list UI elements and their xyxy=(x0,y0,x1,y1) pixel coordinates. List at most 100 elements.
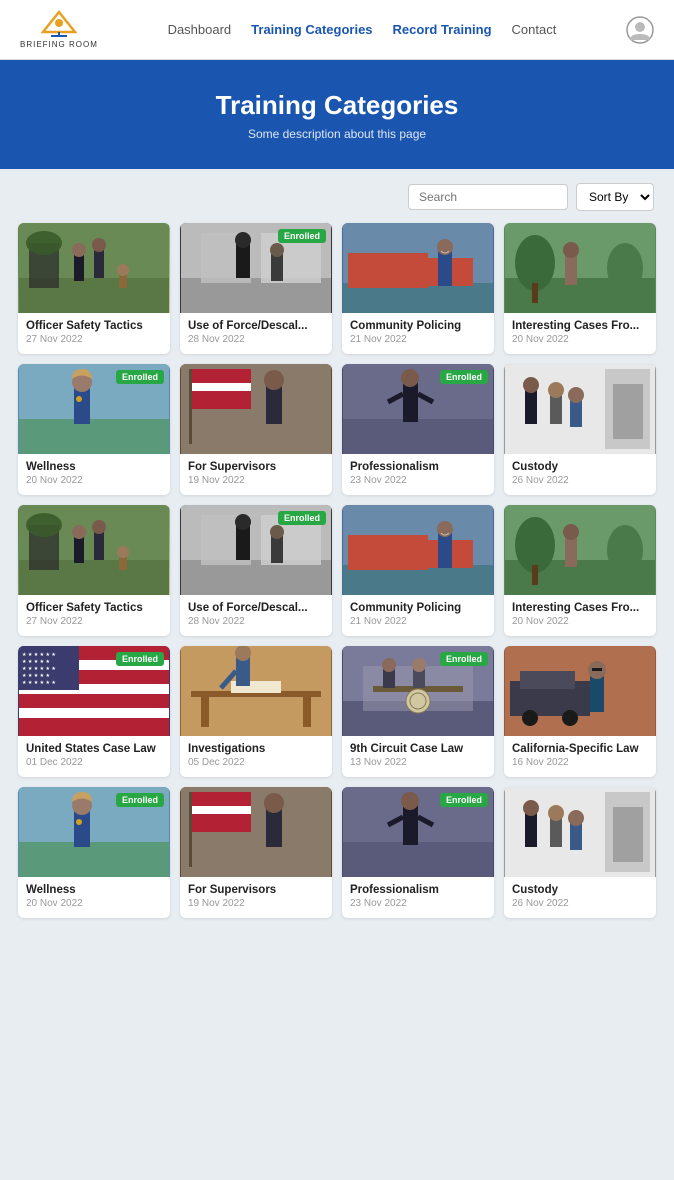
card-title: Use of Force/Descal... xyxy=(188,320,324,332)
card-image xyxy=(18,505,170,595)
enrolled-badge: Enrolled xyxy=(116,793,164,807)
card-title: Custody xyxy=(512,461,648,473)
card-title: California-Specific Law xyxy=(512,743,648,755)
card-date: 20 Nov 2022 xyxy=(26,475,162,486)
card-title: 9th Circuit Case Law xyxy=(350,743,486,755)
card-date: 28 Nov 2022 xyxy=(188,334,324,345)
card-item[interactable]: Investigations 05 Dec 2022 xyxy=(180,646,332,777)
sort-select[interactable]: Sort By xyxy=(576,183,654,211)
card-item[interactable]: Community Policing 21 Nov 2022 xyxy=(342,223,494,354)
nav-training-categories[interactable]: Training Categories xyxy=(251,22,372,37)
page-description: Some description about this page xyxy=(20,127,654,141)
card-title: Community Policing xyxy=(350,320,486,332)
card-body: Custody 26 Nov 2022 xyxy=(504,877,656,918)
card-image xyxy=(342,223,494,313)
card-image xyxy=(504,364,656,454)
nav-record-training[interactable]: Record Training xyxy=(393,22,492,37)
card-body: Custody 26 Nov 2022 xyxy=(504,454,656,495)
card-body: United States Case Law 01 Dec 2022 xyxy=(18,736,170,777)
card-image xyxy=(18,223,170,313)
card-title: Investigations xyxy=(188,743,324,755)
card-body: Officer Safety Tactics 27 Nov 2022 xyxy=(18,595,170,636)
card-date: 05 Dec 2022 xyxy=(188,757,324,768)
card-item[interactable]: ★ ★ ★ ★ ★ ★ ★ ★ ★ ★ ★ ★ ★ ★ ★ ★ ★ ★ ★ ★ … xyxy=(18,646,170,777)
nav-dashboard[interactable]: Dashboard xyxy=(168,22,232,37)
card-title: United States Case Law xyxy=(26,743,162,755)
card-date: 19 Nov 2022 xyxy=(188,898,324,909)
card-date: 19 Nov 2022 xyxy=(188,475,324,486)
cards-grid: Officer Safety Tactics 27 Nov 2022 Enrol… xyxy=(0,219,674,936)
card-title: Professionalism xyxy=(350,461,486,473)
card-image: Enrolled xyxy=(18,364,170,454)
card-item[interactable]: Enrolled 9th Circuit Case Law 13 Nov 202… xyxy=(342,646,494,777)
hero-section: Training Categories Some description abo… xyxy=(0,60,674,169)
enrolled-badge: Enrolled xyxy=(440,652,488,666)
user-icon[interactable] xyxy=(626,16,654,44)
card-item[interactable]: Enrolled Wellness 20 Nov 2022 xyxy=(18,364,170,495)
card-body: Officer Safety Tactics 27 Nov 2022 xyxy=(18,313,170,354)
card-title: For Supervisors xyxy=(188,884,324,896)
card-image: ★ ★ ★ ★ ★ ★ ★ ★ ★ ★ ★ ★ ★ ★ ★ ★ ★ ★ ★ ★ … xyxy=(18,646,170,736)
card-title: Officer Safety Tactics xyxy=(26,320,162,332)
card-item[interactable]: Officer Safety Tactics 27 Nov 2022 xyxy=(18,223,170,354)
card-date: 26 Nov 2022 xyxy=(512,898,648,909)
nav-contact[interactable]: Contact xyxy=(512,22,557,37)
card-body: For Supervisors 19 Nov 2022 xyxy=(180,454,332,495)
enrolled-badge: Enrolled xyxy=(116,370,164,384)
card-item[interactable]: Enrolled Use of Force/Descal... 28 Nov 2… xyxy=(180,505,332,636)
logo[interactable]: BRIEFING ROOM xyxy=(20,10,98,49)
card-item[interactable]: Custody 26 Nov 2022 xyxy=(504,787,656,918)
card-body: Wellness 20 Nov 2022 xyxy=(18,877,170,918)
card-title: Wellness xyxy=(26,884,162,896)
card-image xyxy=(504,787,656,877)
card-date: 13 Nov 2022 xyxy=(350,757,486,768)
card-title: Interesting Cases Fro... xyxy=(512,320,648,332)
card-date: 21 Nov 2022 xyxy=(350,616,486,627)
card-image xyxy=(180,646,332,736)
card-body: Interesting Cases Fro... 20 Nov 2022 xyxy=(504,313,656,354)
card-body: Wellness 20 Nov 2022 xyxy=(18,454,170,495)
card-image xyxy=(504,646,656,736)
card-item[interactable]: Community Policing 21 Nov 2022 xyxy=(342,505,494,636)
card-item[interactable]: Enrolled Professionalism 23 Nov 2022 xyxy=(342,787,494,918)
card-item[interactable]: Enrolled Wellness 20 Nov 2022 xyxy=(18,787,170,918)
card-item[interactable]: For Supervisors 19 Nov 2022 xyxy=(180,787,332,918)
card-body: Use of Force/Descal... 28 Nov 2022 xyxy=(180,313,332,354)
navbar: BRIEFING ROOM Dashboard Training Categor… xyxy=(0,0,674,60)
card-image: Enrolled xyxy=(342,364,494,454)
card-image: Enrolled xyxy=(18,787,170,877)
card-item[interactable]: Interesting Cases Fro... 20 Nov 2022 xyxy=(504,505,656,636)
card-image: Enrolled xyxy=(342,787,494,877)
card-item[interactable]: For Supervisors 19 Nov 2022 xyxy=(180,364,332,495)
card-image xyxy=(504,223,656,313)
card-item[interactable]: Interesting Cases Fro... 20 Nov 2022 xyxy=(504,223,656,354)
card-item[interactable]: Enrolled Use of Force/Descal... 28 Nov 2… xyxy=(180,223,332,354)
card-date: 23 Nov 2022 xyxy=(350,898,486,909)
card-image: Enrolled xyxy=(180,223,332,313)
card-image xyxy=(504,505,656,595)
card-item[interactable]: Officer Safety Tactics 27 Nov 2022 xyxy=(18,505,170,636)
card-title: Interesting Cases Fro... xyxy=(512,602,648,614)
card-title: Community Policing xyxy=(350,602,486,614)
logo-text: BRIEFING ROOM xyxy=(20,40,98,49)
card-item[interactable]: Custody 26 Nov 2022 xyxy=(504,364,656,495)
nav-links: Dashboard Training Categories Record Tra… xyxy=(168,22,557,37)
page-title: Training Categories xyxy=(20,90,654,121)
svg-text:★ ★ ★ ★ ★ ★: ★ ★ ★ ★ ★ ★ xyxy=(22,652,56,658)
card-date: 16 Nov 2022 xyxy=(512,757,648,768)
card-image: Enrolled xyxy=(180,505,332,595)
card-title: Officer Safety Tactics xyxy=(26,602,162,614)
card-item[interactable]: Enrolled Professionalism 23 Nov 2022 xyxy=(342,364,494,495)
enrolled-badge: Enrolled xyxy=(440,370,488,384)
card-body: Investigations 05 Dec 2022 xyxy=(180,736,332,777)
toolbar: Sort By xyxy=(0,169,674,219)
card-title: Wellness xyxy=(26,461,162,473)
card-image xyxy=(180,364,332,454)
card-date: 27 Nov 2022 xyxy=(26,616,162,627)
card-item[interactable]: California-Specific Law 16 Nov 2022 xyxy=(504,646,656,777)
card-title: Professionalism xyxy=(350,884,486,896)
search-input[interactable] xyxy=(408,184,568,210)
enrolled-badge: Enrolled xyxy=(440,793,488,807)
card-date: 27 Nov 2022 xyxy=(26,334,162,345)
card-body: California-Specific Law 16 Nov 2022 xyxy=(504,736,656,777)
